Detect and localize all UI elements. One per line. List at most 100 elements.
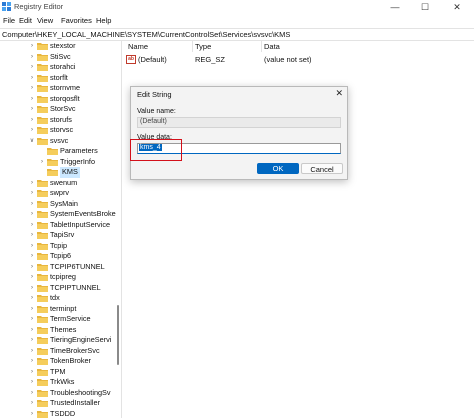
tree-item-label: stornvme — [50, 83, 81, 92]
chevron-right-icon[interactable]: › — [28, 314, 36, 324]
chevron-right-icon[interactable]: › — [28, 335, 36, 345]
chevron-right-icon[interactable]: › — [28, 367, 36, 377]
folder-icon — [37, 116, 48, 124]
folder-icon — [37, 274, 48, 281]
close-button[interactable]: ✕ — [442, 0, 472, 14]
tree-item-label: TriggerInfo — [60, 156, 96, 166]
dialog-title: Edit String — [137, 90, 172, 99]
chevron-right-icon[interactable]: › — [28, 356, 36, 366]
chevron-right-icon[interactable]: › — [28, 293, 36, 303]
chevron-right-icon[interactable]: › — [28, 83, 36, 93]
chevron-right-icon[interactable]: › — [28, 283, 36, 293]
column-header-name[interactable]: Name — [128, 42, 148, 51]
folder-icon — [37, 347, 48, 355]
chevron-right-icon[interactable]: › — [28, 94, 36, 104]
chevron-right-icon[interactable]: › — [28, 325, 36, 335]
chevron-right-icon[interactable]: › — [28, 377, 36, 387]
menu-bar: File Edit View Favorites Help — [0, 15, 474, 26]
chevron-right-icon[interactable]: › — [28, 115, 36, 125]
value-row[interactable]: ab (Default) REG_SZ (value not set) — [122, 54, 474, 65]
folder-icon — [47, 158, 58, 166]
window-title: Registry Editor — [14, 2, 64, 11]
folder-icon — [37, 221, 48, 229]
chevron-right-icon[interactable]: › — [28, 125, 36, 135]
folder-icon — [37, 43, 48, 50]
tree-item-label: TCPIP6TUNNEL — [50, 261, 105, 271]
tree-item-label: tcpipreg — [50, 272, 76, 281]
edit-string-dialog: Edit String ✕ Value name: (Default) Valu… — [130, 86, 348, 180]
values-list-header: Name Type Data — [122, 40, 474, 52]
chevron-right-icon[interactable]: › — [28, 188, 36, 198]
maximize-button[interactable]: ☐ — [410, 0, 440, 14]
chevron-right-icon[interactable]: › — [28, 409, 36, 418]
chevron-right-icon[interactable]: › — [28, 104, 36, 114]
tree-scrollbar[interactable] — [116, 40, 120, 418]
tree-item-label: storahci — [50, 62, 76, 71]
chevron-right-icon[interactable]: › — [28, 62, 36, 72]
value-name: (Default) — [138, 55, 167, 64]
registry-tree[interactable]: › stexstor › StiSvc › storahci › storflt › stornv… — [0, 40, 117, 418]
menu-view[interactable]: View — [37, 16, 53, 25]
dialog-close-button[interactable]: ✕ — [335, 88, 343, 99]
chevron-right-icon[interactable]: › — [28, 251, 36, 261]
folder-icon — [37, 232, 48, 239]
chevron-right-icon[interactable]: › — [28, 388, 36, 398]
chevron-down-icon[interactable]: ∨ — [28, 136, 36, 146]
chevron-right-icon[interactable]: › — [38, 157, 46, 167]
minimize-button[interactable]: — — [380, 0, 410, 14]
folder-icon — [37, 85, 48, 92]
value-name-label: Value name: — [137, 108, 176, 115]
menu-help[interactable]: Help — [96, 16, 111, 25]
address-path[interactable]: Computer\HKEY_LOCAL_MACHINE\SYSTEM\Curre… — [2, 30, 290, 39]
chevron-right-icon[interactable]: › — [28, 230, 36, 240]
chevron-right-icon[interactable]: › — [28, 398, 36, 408]
cancel-button[interactable]: Cancel — [301, 163, 343, 174]
folder-icon — [37, 127, 48, 134]
column-divider[interactable] — [261, 40, 262, 52]
tree-item-label: swenum — [50, 177, 78, 187]
chevron-right-icon[interactable]: › — [28, 52, 36, 62]
folder-icon — [47, 169, 58, 176]
menu-favorites[interactable]: Favorites — [61, 16, 92, 25]
chevron-right-icon[interactable]: › — [28, 209, 36, 219]
value-type: REG_SZ — [195, 55, 226, 64]
chevron-right-icon[interactable]: › — [28, 220, 36, 230]
tree-item-label: SystemEventsBroke — [50, 209, 116, 218]
folder-icon — [37, 179, 48, 187]
chevron-right-icon[interactable]: › — [28, 41, 36, 51]
tree-item-label: TSDDD — [50, 408, 76, 418]
menu-edit[interactable]: Edit — [19, 16, 32, 25]
tree-item-label: TrkWks — [50, 377, 75, 386]
folder-icon — [37, 368, 48, 376]
chevron-right-icon[interactable]: › — [28, 262, 36, 272]
folder-icon — [37, 295, 48, 302]
annotation-highlight-box — [130, 139, 182, 161]
tree-item-label: StiSvc — [50, 51, 71, 61]
pane-splitter[interactable] — [121, 40, 122, 418]
chevron-right-icon[interactable]: › — [28, 178, 36, 188]
tree-item-label: Tcpip6 — [50, 251, 72, 260]
column-header-data[interactable]: Data — [264, 42, 280, 51]
tree-item-label: TrustedInstaller — [50, 398, 101, 407]
chevron-right-icon[interactable]: › — [28, 241, 36, 251]
folder-icon — [37, 211, 48, 218]
column-header-type[interactable]: Type — [195, 42, 211, 51]
folder-icon — [37, 337, 48, 344]
chevron-right-icon[interactable]: › — [28, 199, 36, 209]
string-value-icon: ab — [126, 55, 136, 64]
chevron-right-icon[interactable]: › — [28, 272, 36, 282]
folder-icon — [37, 284, 48, 292]
tree-scrollbar-thumb[interactable] — [117, 305, 119, 365]
folder-icon — [37, 200, 48, 208]
chevron-right-icon[interactable]: › — [28, 346, 36, 356]
tree-item-label: TCPIPTUNNEL — [50, 282, 101, 292]
folder-icon — [37, 410, 48, 418]
ok-button[interactable]: OK — [257, 163, 299, 174]
tree-item-label: storqosflt — [50, 93, 80, 103]
chevron-right-icon[interactable]: › — [28, 304, 36, 314]
menu-file[interactable]: File — [3, 16, 15, 25]
folder-icon — [37, 305, 48, 313]
column-divider[interactable] — [192, 40, 193, 52]
tree-item-label: KMS — [60, 167, 80, 178]
chevron-right-icon[interactable]: › — [28, 73, 36, 83]
